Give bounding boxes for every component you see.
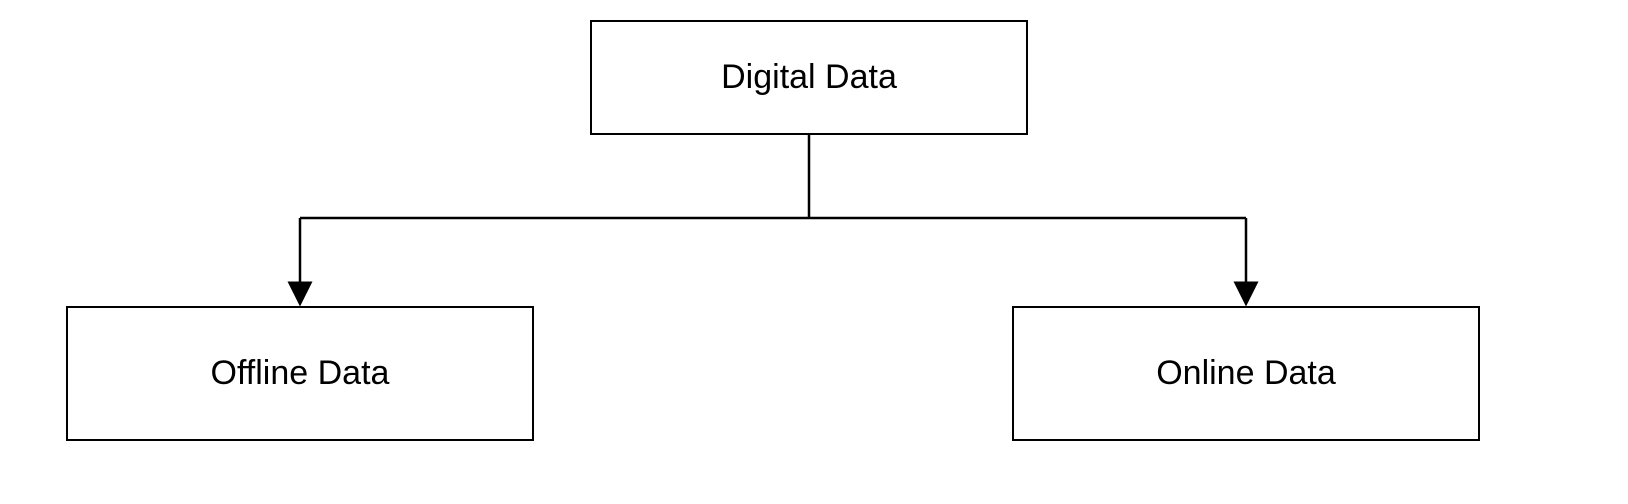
node-root-label: Digital Data [721,58,897,97]
node-left-label: Offline Data [211,354,390,393]
node-root: Digital Data [590,20,1028,135]
node-right: Online Data [1012,306,1480,441]
node-left: Offline Data [66,306,534,441]
node-right-label: Online Data [1156,354,1336,393]
